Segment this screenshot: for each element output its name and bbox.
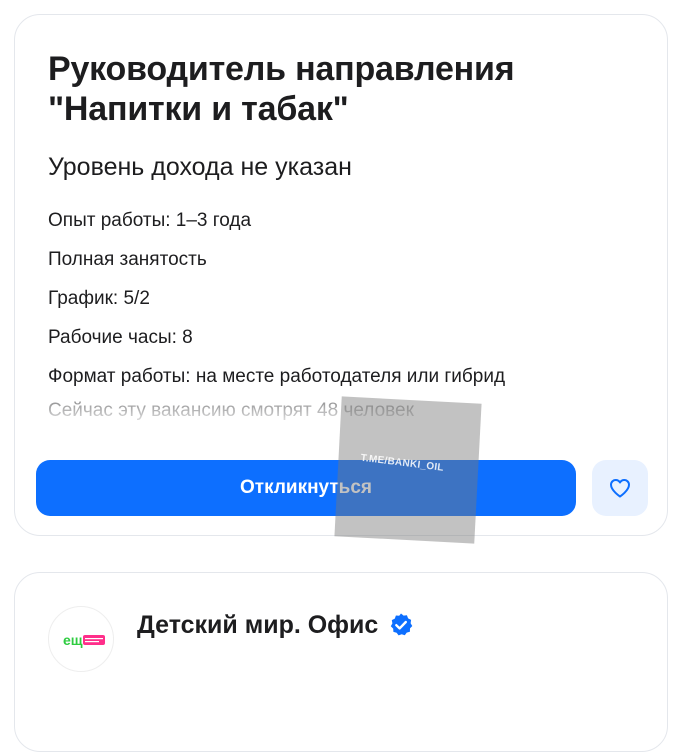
company-logo: ещё (48, 606, 114, 672)
vacancy-details: Опыт работы: 1–3 года Полная занятость Г… (48, 201, 505, 396)
detail-hours: Рабочие часы: 8 (48, 327, 193, 348)
detail-schedule: График: 5/2 (48, 288, 150, 309)
salary-text: Уровень дохода не указан (48, 153, 352, 181)
company-logo-graphic: ещё (63, 632, 105, 648)
viewers-count-text: Сейчас эту вакансию смотрят 48 человек (48, 400, 414, 421)
vacancy-card: Руководитель направления "Напитки и таба… (14, 14, 668, 536)
company-name[interactable]: Детский мир. Офис (137, 609, 378, 641)
detail-employment: Полная занятость (48, 249, 207, 270)
detail-work-format: Формат работы: на месте работодателя или… (48, 366, 506, 387)
company-header: Детский мир. Офис (137, 609, 414, 641)
heart-icon (610, 479, 630, 498)
verified-check-icon (391, 613, 413, 636)
company-card[interactable]: ещё Детский мир. Офис (14, 572, 668, 752)
respond-button[interactable]: Откликнуться (36, 460, 576, 516)
favorite-button[interactable] (592, 460, 648, 516)
detail-experience: Опыт работы: 1–3 года (48, 210, 252, 231)
vacancy-title: Руководитель направления "Напитки и таба… (48, 50, 515, 128)
